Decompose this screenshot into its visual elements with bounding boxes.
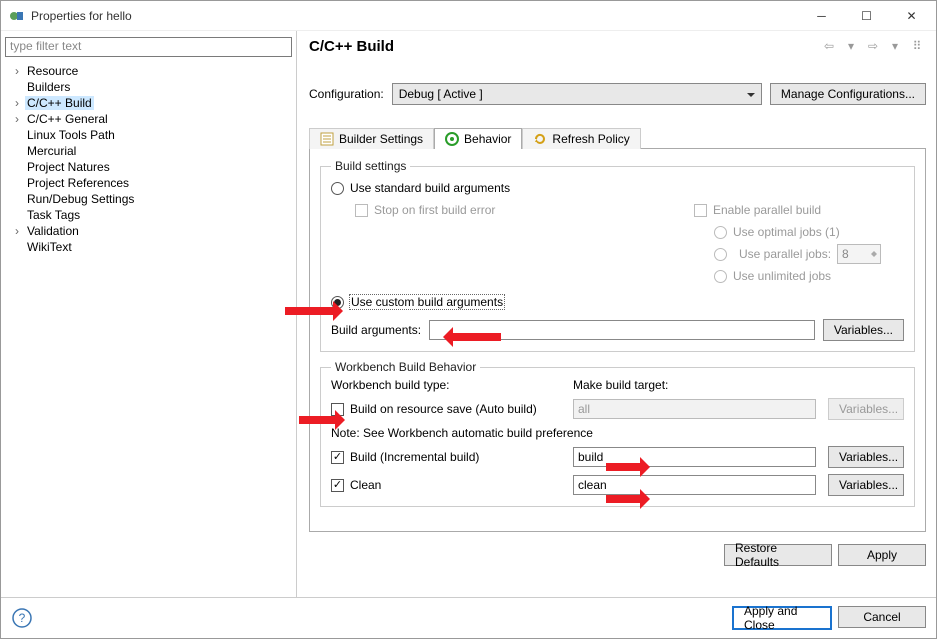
tree-item-project-natures[interactable]: Project Natures	[5, 159, 292, 175]
window-title: Properties for hello	[31, 9, 132, 23]
build-settings-group: Build settings Use standard build argume…	[320, 159, 915, 352]
forward-menu-icon[interactable]: ▾	[886, 37, 904, 55]
tree-item-cpp-general[interactable]: ›C/C++ General	[5, 111, 292, 127]
enable-parallel-check: Enable parallel build	[694, 199, 904, 221]
back-menu-icon[interactable]: ▾	[842, 37, 860, 55]
manage-configurations-button[interactable]: Manage Configurations...	[770, 83, 926, 105]
list-icon	[320, 132, 334, 146]
use-optimal-radio: Use optimal jobs (1)	[694, 221, 904, 243]
back-icon[interactable]: ⇦	[820, 37, 838, 55]
tree-item-project-refs[interactable]: Project References	[5, 175, 292, 191]
auto-build-target-input: all	[573, 399, 816, 419]
parallel-jobs-stepper: 8	[837, 244, 881, 264]
config-label: Configuration:	[309, 87, 384, 101]
help-icon[interactable]: ?	[11, 607, 33, 629]
tree-item-cpp-build[interactable]: ›C/C++ Build	[5, 95, 292, 111]
tree-item-builders[interactable]: Builders	[5, 79, 292, 95]
tree-item-wikitext[interactable]: WikiText	[5, 239, 292, 255]
cancel-button[interactable]: Cancel	[838, 606, 926, 628]
clean-variables-button[interactable]: Variables...	[828, 474, 904, 496]
use-custom-radio[interactable]: Use custom build arguments	[331, 291, 904, 313]
incremental-target-input[interactable]: build	[573, 447, 816, 467]
apply-close-button[interactable]: Apply and Close	[732, 606, 832, 630]
auto-build-variables-button: Variables...	[828, 398, 904, 420]
view-menu-icon[interactable]: ⠿	[908, 37, 926, 55]
tree-item-task-tags[interactable]: Task Tags	[5, 207, 292, 223]
tab-behavior[interactable]: Behavior	[434, 128, 522, 149]
incremental-variables-button[interactable]: Variables...	[828, 446, 904, 468]
clean-check[interactable]: Clean	[331, 474, 561, 496]
incremental-build-check[interactable]: Build (Incremental build)	[331, 446, 561, 468]
use-standard-radio[interactable]: Use standard build arguments	[331, 177, 904, 199]
maximize-button[interactable]: ☐	[844, 1, 889, 30]
nav-tree: ›Resource Builders ›C/C++ Build ›C/C++ G…	[5, 63, 292, 255]
build-args-variables-button[interactable]: Variables...	[823, 319, 904, 341]
tree-item-validation[interactable]: ›Validation	[5, 223, 292, 239]
build-args-label: Build arguments:	[331, 323, 421, 337]
tree-item-resource[interactable]: ›Resource	[5, 63, 292, 79]
clean-target-input[interactable]: clean	[573, 475, 816, 495]
wb-target-label: Make build target:	[573, 378, 816, 392]
tree-item-run-debug[interactable]: Run/Debug Settings	[5, 191, 292, 207]
build-args-input[interactable]	[429, 320, 815, 340]
refresh-icon	[533, 132, 547, 146]
auto-build-note: Note: See Workbench automatic build pref…	[331, 426, 904, 440]
window-icon	[9, 8, 25, 24]
auto-build-check[interactable]: Build on resource save (Auto build)	[331, 398, 561, 420]
tab-refresh-policy[interactable]: Refresh Policy	[522, 128, 640, 149]
svg-text:?: ?	[19, 611, 26, 625]
tree-item-mercurial[interactable]: Mercurial	[5, 143, 292, 159]
workbench-behavior-group: Workbench Build Behavior Workbench build…	[320, 360, 915, 507]
restore-defaults-button[interactable]: Restore Defaults	[724, 544, 832, 566]
apply-button[interactable]: Apply	[838, 544, 926, 566]
use-parallel-radio: Use parallel jobs: 8	[694, 243, 904, 265]
config-select[interactable]: Debug [ Active ]	[392, 83, 762, 105]
tab-builder-settings[interactable]: Builder Settings	[309, 128, 434, 149]
filter-input[interactable]: type filter text	[5, 37, 292, 57]
stop-on-error-check: Stop on first build error	[355, 199, 694, 221]
use-unlimited-radio: Use unlimited jobs	[694, 265, 904, 287]
close-button[interactable]: ✕	[889, 1, 934, 30]
wb-type-label: Workbench build type:	[331, 378, 561, 392]
forward-icon[interactable]: ⇨	[864, 37, 882, 55]
target-icon	[445, 132, 459, 146]
page-title: C/C++ Build	[309, 38, 394, 55]
tree-item-linux-tools[interactable]: Linux Tools Path	[5, 127, 292, 143]
minimize-button[interactable]: ─	[799, 1, 844, 30]
